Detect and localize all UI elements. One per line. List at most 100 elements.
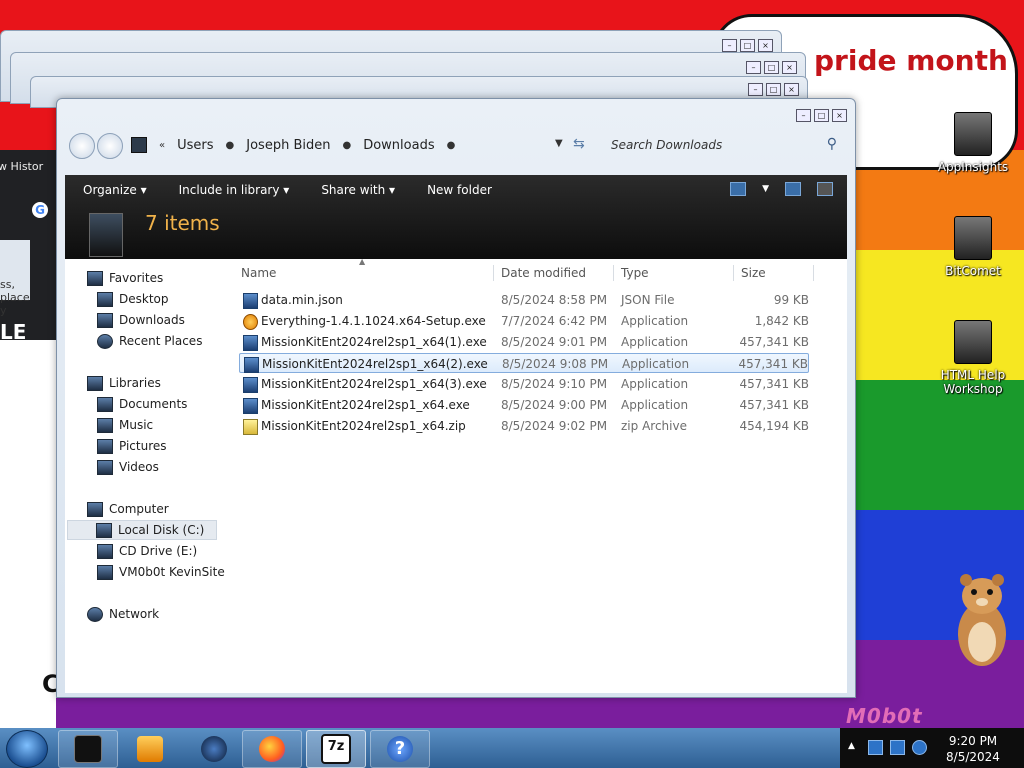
google-icon: G <box>32 202 48 218</box>
column-divider[interactable] <box>813 265 814 281</box>
explorer-window[interactable]: – □ × « Users ● Joseph Biden ● Downloads… <box>56 98 856 698</box>
taskbar-help[interactable]: ? <box>370 730 430 768</box>
installer-icon <box>243 335 258 351</box>
nav-music[interactable]: Music <box>97 416 153 434</box>
preview-pane-icon[interactable] <box>785 182 801 196</box>
column-header-size[interactable]: Size <box>741 263 766 283</box>
file-row[interactable]: data.min.json 8/5/2024 8:58 PM JSON File… <box>239 290 809 310</box>
desktop-icon <box>97 291 113 307</box>
tray-app-icon[interactable] <box>868 740 883 755</box>
nav-desktop[interactable]: Desktop <box>97 290 169 308</box>
file-type: Application <box>621 335 689 349</box>
address-dropdown-icon[interactable]: ▼ <box>555 138 563 149</box>
column-header-date[interactable]: Date modified <box>501 263 586 283</box>
nav-vm-site[interactable]: VM0b0t KevinSite <box>97 563 225 581</box>
volume-icon[interactable] <box>912 740 927 755</box>
nav-documents[interactable]: Documents <box>97 395 187 413</box>
close-icon[interactable]: × <box>832 109 847 122</box>
minimize-icon[interactable]: – <box>748 83 763 96</box>
help-icon[interactable] <box>817 182 833 196</box>
column-divider[interactable] <box>613 265 614 281</box>
speech-bubble-text: pride month <box>814 44 1008 77</box>
file-row[interactable]: Everything-1.4.1.1024.x64-Setup.exe 7/7/… <box>239 311 809 331</box>
nav-local-disk[interactable]: Local Disk (C:) <box>67 520 217 540</box>
file-size: 1,842 KB <box>754 314 809 328</box>
desktop-icon-bitcomet[interactable]: BitComet <box>928 216 1018 278</box>
close-icon[interactable]: × <box>782 61 797 74</box>
maximize-icon[interactable]: □ <box>766 83 781 96</box>
background-browser-window[interactable]: w Histor G ss, place y LE VI <box>0 150 56 368</box>
window-controls: – □ × <box>746 61 797 74</box>
column-header-type[interactable]: Type <box>621 263 649 283</box>
file-date: 8/5/2024 9:00 PM <box>501 398 608 412</box>
view-options-chevron-icon[interactable]: ▼ <box>762 182 769 196</box>
browser-search-bar[interactable]: ss, place y <box>0 240 30 317</box>
file-name: MissionKitEnt2024rel2sp1_x64(1).exe <box>261 335 487 349</box>
breadcrumb-downloads[interactable]: Downloads <box>363 138 434 153</box>
refresh-icon[interactable]: ⇆ <box>573 136 585 152</box>
breadcrumb-joseph-biden[interactable]: Joseph Biden <box>246 138 330 153</box>
nav-network[interactable]: Network <box>87 605 159 623</box>
nav-recent-places[interactable]: Recent Places <box>97 332 202 350</box>
share-with-button[interactable]: Share with ▾ <box>321 183 395 197</box>
taskbar-explorer[interactable] <box>58 730 118 768</box>
desktop-icon-html-help-workshop[interactable]: HTML Help Workshop <box>928 320 1018 396</box>
taskbar-7zip[interactable]: 7z <box>306 730 366 768</box>
nav-pictures[interactable]: Pictures <box>97 437 167 455</box>
nav-computer[interactable]: Computer <box>87 500 169 518</box>
organize-button[interactable]: Organize ▾ <box>83 183 147 197</box>
firefox-icon <box>259 736 285 762</box>
breadcrumb-users[interactable]: Users <box>177 138 213 153</box>
address-bar[interactable]: « Users ● Joseph Biden ● Downloads ● <box>131 132 581 158</box>
minimize-icon[interactable]: – <box>722 39 737 52</box>
maximize-icon[interactable]: □ <box>814 109 829 122</box>
network-status-icon[interactable] <box>890 740 905 755</box>
file-row-selected[interactable]: MissionKitEnt2024rel2sp1_x64(2).exe 8/5/… <box>239 353 809 373</box>
column-header-name[interactable]: Name <box>241 263 276 283</box>
show-hidden-icons-icon[interactable]: ▲ <box>848 741 855 751</box>
file-row[interactable]: MissionKitEnt2024rel2sp1_x64.zip 8/5/202… <box>239 416 809 436</box>
clock[interactable]: 9:20 PM 8/5/2024 <box>940 733 1006 765</box>
file-row[interactable]: MissionKitEnt2024rel2sp1_x64(3).exe 8/5/… <box>239 374 809 394</box>
minimize-icon[interactable]: – <box>796 109 811 122</box>
breadcrumb-separator-icon[interactable]: ● <box>447 140 456 151</box>
file-row[interactable]: MissionKitEnt2024rel2sp1_x64.exe 8/5/202… <box>239 395 809 415</box>
change-view-icon[interactable] <box>730 182 747 196</box>
close-icon[interactable]: × <box>784 83 799 96</box>
forward-button[interactable] <box>97 133 123 159</box>
back-button[interactable] <box>69 133 95 159</box>
maximize-icon[interactable]: □ <box>740 39 755 52</box>
videos-icon <box>97 459 113 475</box>
taskbar-globe[interactable] <box>184 730 244 768</box>
minimize-icon[interactable]: – <box>746 61 761 74</box>
close-icon[interactable]: × <box>758 39 773 52</box>
window-controls: – □ × <box>796 109 847 122</box>
nav-videos[interactable]: Videos <box>97 458 159 476</box>
clock-date: 8/5/2024 <box>946 750 1000 764</box>
search-input[interactable]: Search Downloads ⚲ <box>601 132 841 158</box>
include-in-library-button[interactable]: Include in library ▾ <box>179 183 290 197</box>
column-divider[interactable] <box>733 265 734 281</box>
installer-icon <box>243 398 258 414</box>
nav-favorites[interactable]: Favorites <box>87 269 163 287</box>
breadcrumb-separator-icon[interactable]: ● <box>342 140 351 151</box>
taskbar-firefox[interactable] <box>242 730 302 768</box>
nav-libraries[interactable]: Libraries <box>87 374 161 392</box>
nav-downloads[interactable]: Downloads <box>97 311 185 329</box>
new-folder-button[interactable]: New folder <box>427 183 492 197</box>
nav-cd-drive[interactable]: CD Drive (E:) <box>97 542 197 560</box>
column-divider[interactable] <box>493 265 494 281</box>
search-icon[interactable]: ⚲ <box>827 136 837 152</box>
desktop-icon-appinsights[interactable]: AppInsights <box>928 112 1018 174</box>
search-placeholder: Search Downloads <box>611 138 723 152</box>
everything-search-icon <box>243 314 258 330</box>
explorer-content: Favorites Desktop Downloads Recent Place… <box>65 257 847 693</box>
file-row[interactable]: MissionKitEnt2024rel2sp1_x64(1).exe 8/5/… <box>239 332 809 352</box>
maximize-icon[interactable]: □ <box>764 61 779 74</box>
explorer-icon <box>74 735 102 763</box>
folder-icon <box>131 137 147 153</box>
start-button[interactable] <box>6 730 48 768</box>
taskbar-media-player[interactable] <box>120 730 180 768</box>
breadcrumb-separator-icon[interactable]: ● <box>226 140 235 151</box>
command-bar: Organize ▾ Include in library ▾ Share wi… <box>65 175 847 259</box>
